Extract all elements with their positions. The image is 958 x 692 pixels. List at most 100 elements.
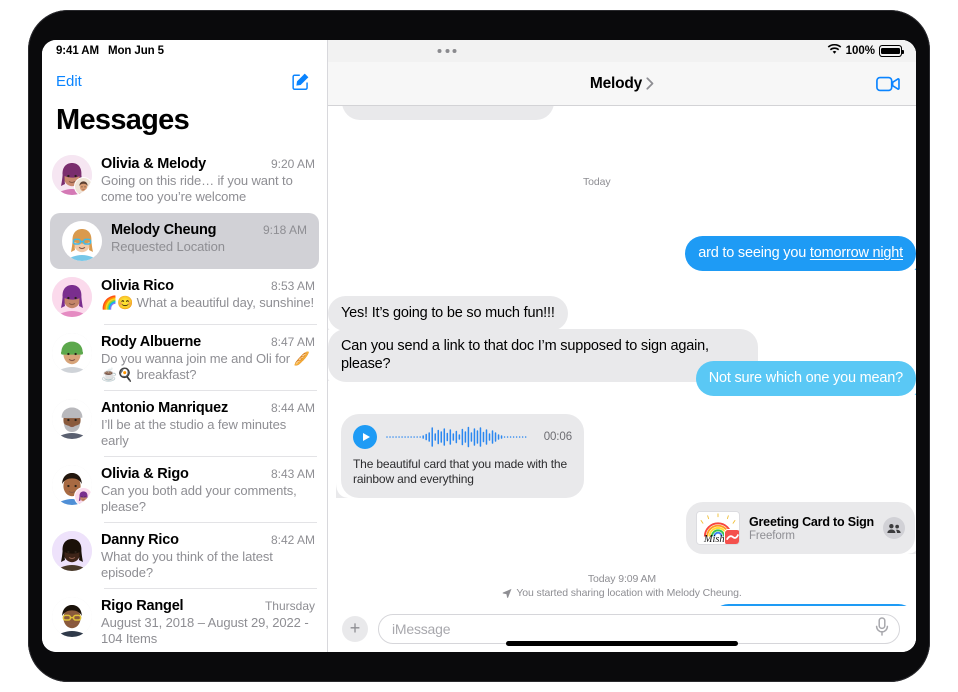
- conversation-time: 8:42 AM: [271, 533, 315, 547]
- ipad-device-frame: 9:41 AM Mon Jun 5 Edit Messages Olivia &…: [28, 10, 930, 682]
- conversation-name: Rody Albuerne: [101, 334, 201, 350]
- audio-message-bubble[interactable]: 00:06 The beautiful card that you made w…: [341, 414, 584, 498]
- ipad-screen: 9:41 AM Mon Jun 5 Edit Messages Olivia &…: [42, 40, 916, 652]
- conversation-item-body: Olivia & Rigo 8:43 AM Can you both add you…: [101, 465, 315, 515]
- people-icon: [883, 517, 905, 539]
- imessage-field[interactable]: [378, 614, 900, 644]
- status-date: Mon Jun 5: [108, 45, 164, 57]
- message-row-fun: Yes! It’s going to be so much fun!!!: [328, 296, 568, 331]
- home-indicator: [506, 641, 738, 646]
- status-bar-left: 9:41 AM Mon Jun 5: [42, 40, 327, 62]
- conversation-item-body: Melody Cheung9:18 AMRequested Location: [111, 221, 307, 261]
- conversation-list-item[interactable]: Rody Albuerne 8:47 AM Do you wanna join me…: [42, 325, 327, 391]
- compose-icon[interactable]: [290, 71, 311, 92]
- conversation-list-item[interactable]: Olivia & Rigo 8:43 AM Can you both add you…: [42, 457, 327, 523]
- conversation-name: Olivia Rico: [101, 278, 174, 294]
- location-note-text: You started sharing location with Melody…: [516, 586, 741, 600]
- conversation-item-header: Danny Rico 8:42 AM: [101, 532, 315, 548]
- conversation-name: Melody Cheung: [111, 222, 216, 238]
- messages-sidebar: 9:41 AM Mon Jun 5 Edit Messages Olivia &…: [42, 40, 328, 652]
- conversation-list: Olivia & Melody9:20 AMGoing on this ride…: [42, 147, 327, 652]
- conversation-nav-bar: Melody: [328, 62, 916, 106]
- freeform-link-card[interactable]: Mish Greeting Card to Sign Freeform: [686, 502, 915, 554]
- status-bar-right: 100%: [328, 40, 916, 62]
- avatar: [52, 155, 92, 195]
- plus-icon[interactable]: +: [342, 616, 368, 642]
- audio-duration: 00:06: [544, 431, 572, 443]
- conversation-list-item[interactable]: Danny Rico 8:42 AM What do you think of th…: [42, 523, 327, 589]
- conversation-preview: What do you think of the latest episode?: [101, 549, 315, 581]
- conversation-item-body: Olivia Rico 8:53 AM 🌈😊 What a beautiful da…: [101, 277, 315, 317]
- message-thread[interactable]: Today ard to seeing you tomorrow night: [328, 106, 916, 606]
- audio-transcript: The beautiful card that you made with th…: [353, 457, 572, 487]
- conversation-list-item[interactable]: Antonio Manriquez8:44 AMI’ll be at the s…: [42, 391, 327, 457]
- conversation-time: 8:47 AM: [271, 335, 315, 349]
- avatar: [52, 333, 92, 373]
- conversation-name: Olivia & Melody: [101, 156, 206, 172]
- conversation-pane: 100% Melody Today: [328, 40, 916, 652]
- conversation-item-header: Rigo Rangel Thursday: [101, 598, 315, 614]
- wifi-icon: [827, 44, 842, 58]
- audio-waveform[interactable]: [385, 424, 536, 450]
- conversation-name: Antonio Manriquez: [101, 400, 228, 416]
- conversation-preview: Going on this ride… if you want to come …: [101, 173, 315, 205]
- day-divider: Today: [583, 176, 611, 188]
- conversation-time: Thursday: [265, 599, 315, 613]
- freeform-card-subtitle: Freeform: [749, 530, 874, 542]
- conversation-item-header: Olivia & Melody9:20 AM: [101, 156, 315, 172]
- audio-controls: 00:06: [353, 424, 572, 450]
- conversation-time: 9:18 AM: [263, 223, 307, 237]
- battery-icon: [879, 45, 902, 57]
- message-text-invite: ard to seeing you: [698, 245, 810, 261]
- avatar: [52, 465, 92, 505]
- chevron-right-icon: [646, 77, 654, 90]
- conversation-time: 8:43 AM: [271, 467, 315, 481]
- conversation-list-item[interactable]: Olivia & Melody9:20 AMGoing on this ride…: [42, 147, 327, 213]
- thumbnail-text: Mish: [703, 534, 725, 544]
- freeform-card-text: Greeting Card to Sign Freeform: [749, 515, 874, 542]
- conversation-preview: I’ll be at the studio a few minutes earl…: [101, 417, 315, 449]
- status-time: 9:41 AM: [56, 45, 99, 57]
- message-bubble-invite[interactable]: ard to seeing you tomorrow night: [685, 236, 916, 271]
- avatar: [52, 399, 92, 439]
- conversation-list-item[interactable]: Rigo Rangel Thursday August 31, 2018 – Aug…: [42, 589, 327, 652]
- conversation-title-button[interactable]: Melody: [590, 75, 654, 93]
- conversation-name: Olivia & Rigo: [101, 466, 189, 482]
- conversation-preview: Can you both add your comments, please?: [101, 483, 315, 515]
- message-link-tomorrow-night[interactable]: tomorrow night: [810, 245, 903, 261]
- conversation-list-item[interactable]: Olivia Rico 8:53 AM 🌈😊 What a beautiful da…: [42, 269, 327, 325]
- conversation-item-header: Olivia & Rigo 8:43 AM: [101, 466, 315, 482]
- video-camera-icon[interactable]: [876, 72, 900, 96]
- conversation-name: Danny Rico: [101, 532, 179, 548]
- message-bubble-fun[interactable]: Yes! It’s going to be so much fun!!!: [328, 296, 568, 331]
- location-arrow-icon: [502, 588, 512, 598]
- location-note-timestamp: Today 9:09 AM: [328, 572, 916, 586]
- conversation-item-header: Rody Albuerne 8:47 AM: [101, 334, 315, 350]
- conversation-item-header: Olivia Rico 8:53 AM: [101, 278, 315, 294]
- conversation-title: Melody: [590, 75, 642, 93]
- conversation-preview: 🌈😊 What a beautiful day, sunshine!: [101, 295, 315, 311]
- conversation-name: Rigo Rangel: [101, 598, 183, 614]
- play-icon[interactable]: [353, 425, 377, 449]
- conversation-preview: Do you wanna join me and Oli for 🥖☕🍳 bre…: [101, 351, 315, 383]
- message-row-not-sure: Not sure which one you mean?: [696, 361, 916, 396]
- message-bubble-not-sure[interactable]: Not sure which one you mean?: [696, 361, 916, 396]
- edit-button[interactable]: Edit: [56, 73, 82, 90]
- location-sharing-note: Today 9:09 AM You started sharing locati…: [328, 572, 916, 602]
- conversation-item-body: Danny Rico 8:42 AM What do you think of th…: [101, 531, 315, 581]
- conversation-item-body: Rody Albuerne 8:47 AM Do you wanna join me…: [101, 333, 315, 383]
- page-title: Messages: [42, 100, 327, 147]
- conversation-preview: August 31, 2018 – August 29, 2022 - 104 …: [101, 615, 315, 647]
- microphone-icon[interactable]: [875, 617, 889, 642]
- sidebar-toolbar: Edit: [42, 62, 327, 100]
- search-input imessage-input[interactable]: [392, 621, 875, 637]
- freeform-card-title: Greeting Card to Sign: [749, 515, 874, 529]
- conversation-item-body: Rigo Rangel Thursday August 31, 2018 – Aug…: [101, 597, 315, 647]
- conversation-list-item[interactable]: Melody Cheung9:18 AMRequested Location: [50, 213, 319, 269]
- message-bubble-doc-link[interactable]: Can you send a link to that doc I’m supp…: [328, 329, 758, 382]
- multitasking-dots-icon[interactable]: [438, 49, 457, 53]
- avatar-badge: [74, 177, 92, 195]
- conversation-time: 8:53 AM: [271, 279, 315, 293]
- avatar: [62, 221, 102, 261]
- conversation-item-header: Melody Cheung 9:18 AM: [111, 222, 307, 238]
